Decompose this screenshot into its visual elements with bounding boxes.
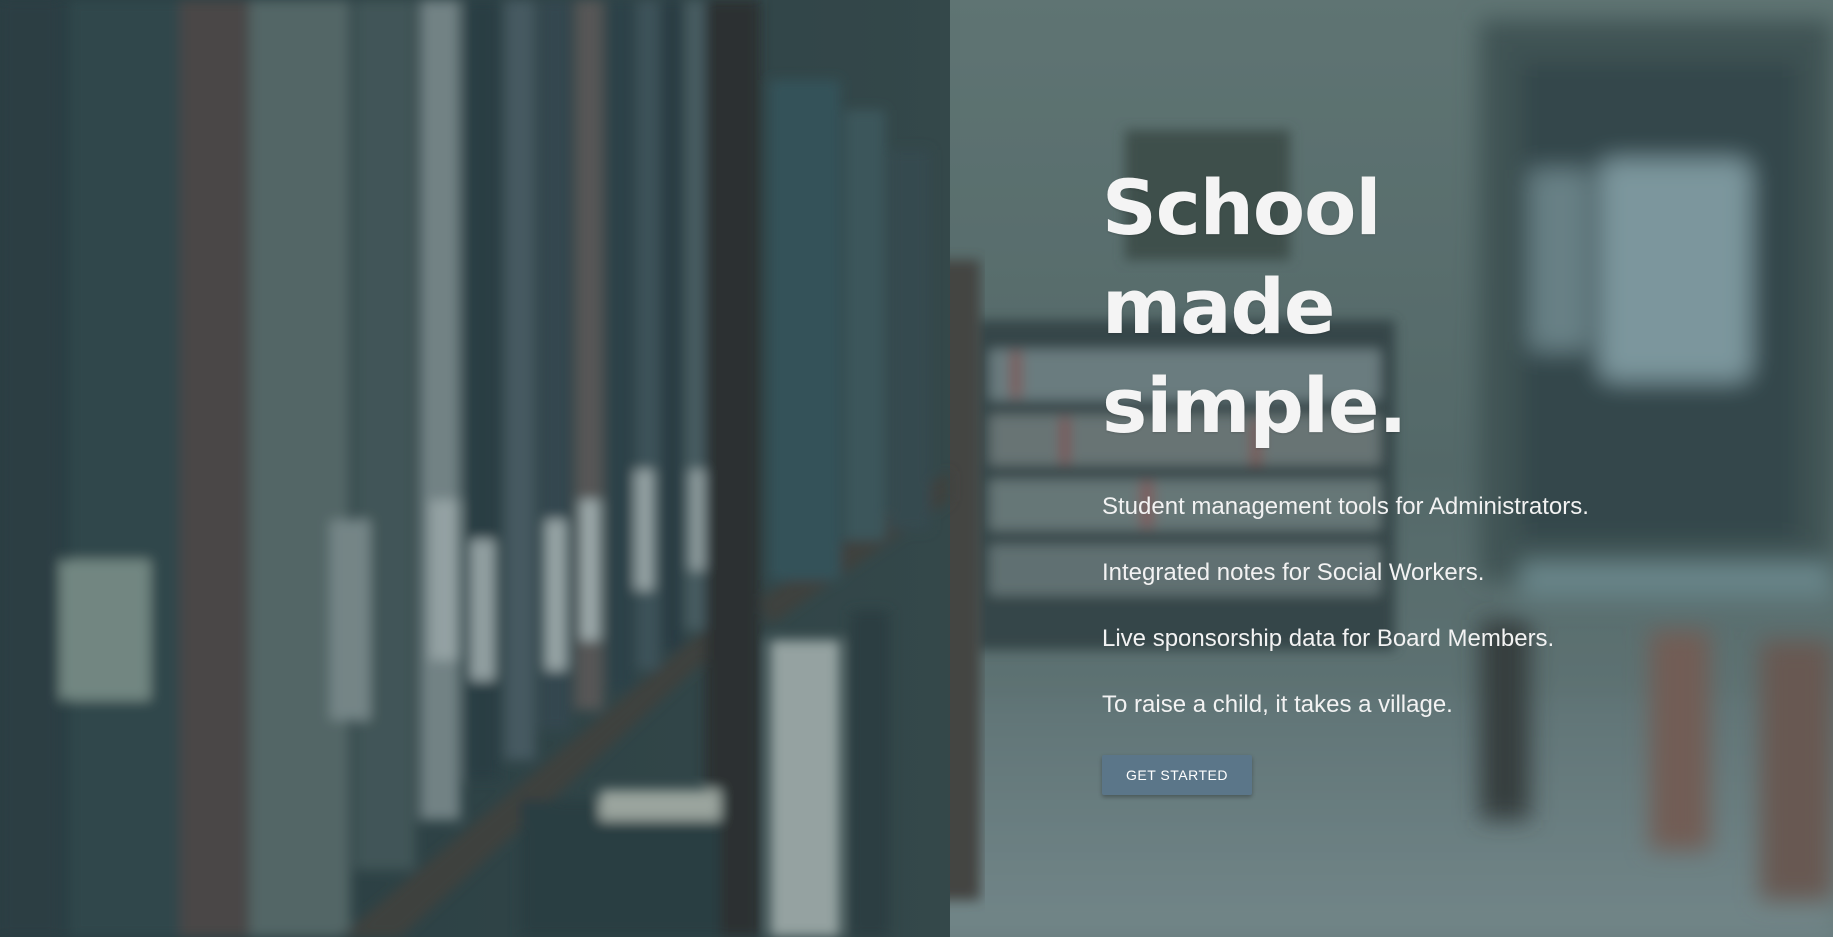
tagline-list: Student management tools for Administrat… — [1102, 493, 1742, 719]
tagline-administrators: Student management tools for Administrat… — [1102, 493, 1589, 520]
hero-section: School made simple. Student management t… — [0, 0, 1833, 937]
hero-content: School made simple. Student management t… — [1102, 158, 1742, 795]
tagline-village: To raise a child, it takes a village. — [1102, 691, 1453, 718]
headline-line: School — [1102, 163, 1381, 252]
get-started-button[interactable]: GET STARTED — [1102, 755, 1252, 795]
tagline-board-members: Live sponsorship data for Board Members. — [1102, 625, 1555, 652]
headline-line: made — [1102, 262, 1335, 351]
tagline-social-workers: Integrated notes for Social Workers. — [1102, 559, 1485, 586]
headline-line: simple. — [1102, 361, 1407, 450]
hero-headline: School made simple. — [1102, 158, 1742, 455]
